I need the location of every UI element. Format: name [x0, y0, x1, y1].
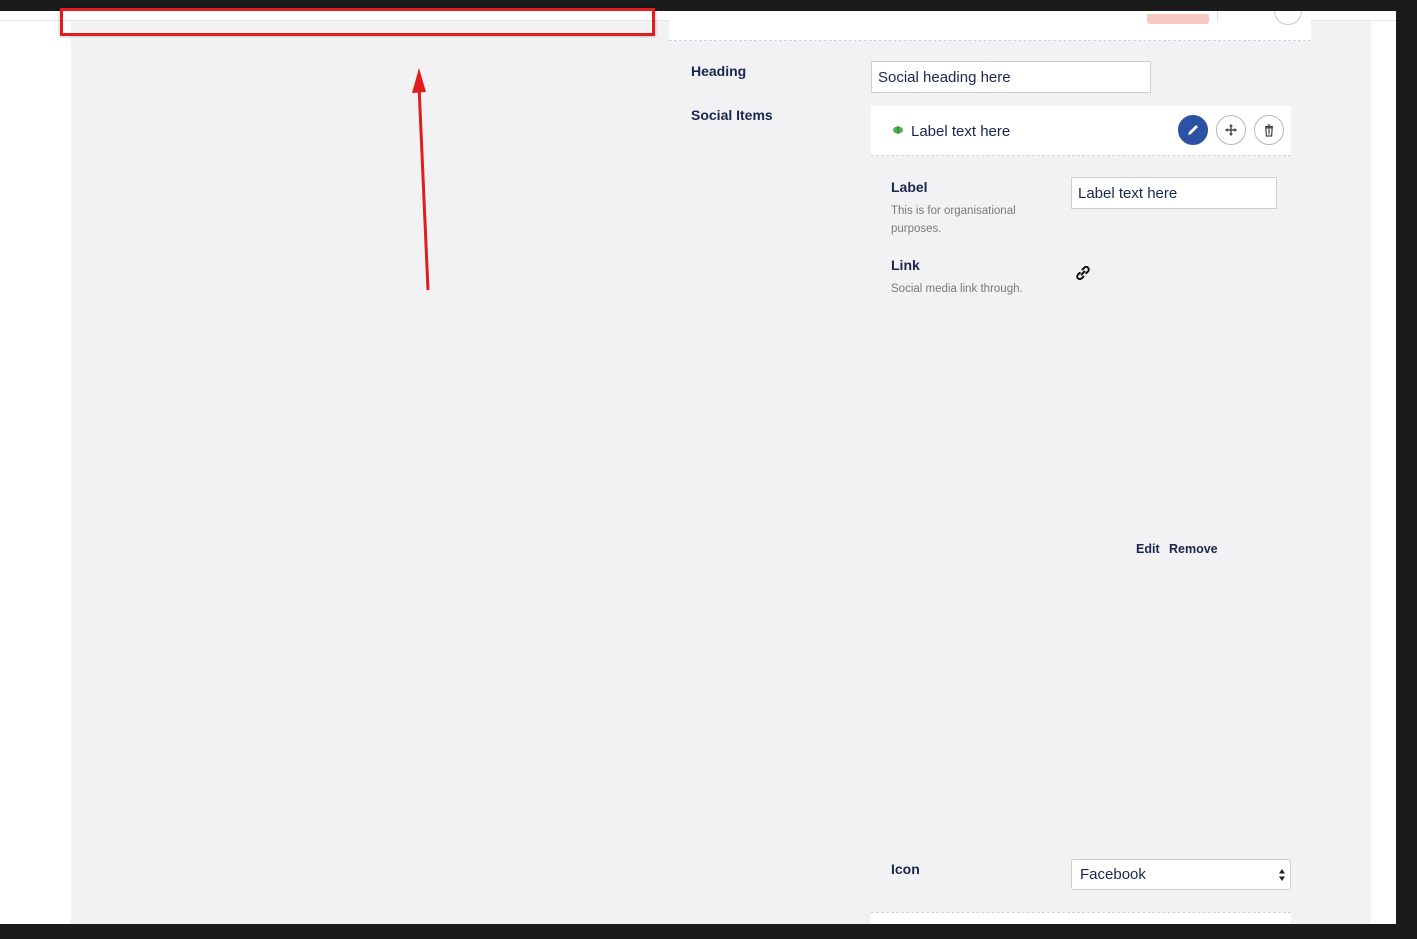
icon-select[interactable]: Facebook	[1071, 859, 1291, 890]
heading-label: Heading	[691, 63, 747, 79]
select-arrows-icon	[1279, 869, 1285, 881]
edit-link[interactable]: Edit	[1136, 542, 1160, 556]
social-item-title: Label text here	[911, 123, 1011, 140]
link-field-description: Social media link through.	[891, 283, 1023, 295]
icon-select-value: Facebook	[1080, 866, 1146, 883]
link-field-label: Link	[891, 257, 920, 273]
browser-viewport: Heading Social heading here Social Items…	[0, 11, 1396, 924]
heading-input[interactable]: Social heading here	[871, 61, 1151, 93]
move-icon	[1225, 124, 1237, 136]
social-items-label: Social Items	[691, 107, 773, 123]
next-block	[871, 912, 1291, 924]
status-badge	[1147, 14, 1209, 24]
remove-link[interactable]: Remove	[1169, 542, 1218, 556]
link-icon[interactable]	[1074, 264, 1092, 282]
label-field-description: This is for organisational purposes.	[891, 205, 1016, 235]
editor-canvas	[71, 21, 1371, 924]
move-item-button[interactable]	[1216, 115, 1246, 145]
leaf-icon	[893, 126, 903, 134]
label-field-label: Label	[891, 179, 928, 195]
social-item-header[interactable]: Label text here	[871, 106, 1291, 156]
pencil-icon	[1188, 125, 1198, 135]
annotation-arrow-icon	[412, 68, 430, 291]
previous-block-footer	[669, 11, 1311, 41]
trash-icon	[1265, 124, 1273, 137]
edit-item-button[interactable]	[1178, 115, 1208, 145]
delete-item-button[interactable]	[1254, 115, 1284, 145]
annotation-highlight-box	[60, 8, 655, 36]
icon-field-label: Icon	[891, 861, 920, 877]
label-input[interactable]: Label text here	[1071, 177, 1277, 209]
header-divider	[1217, 11, 1218, 21]
